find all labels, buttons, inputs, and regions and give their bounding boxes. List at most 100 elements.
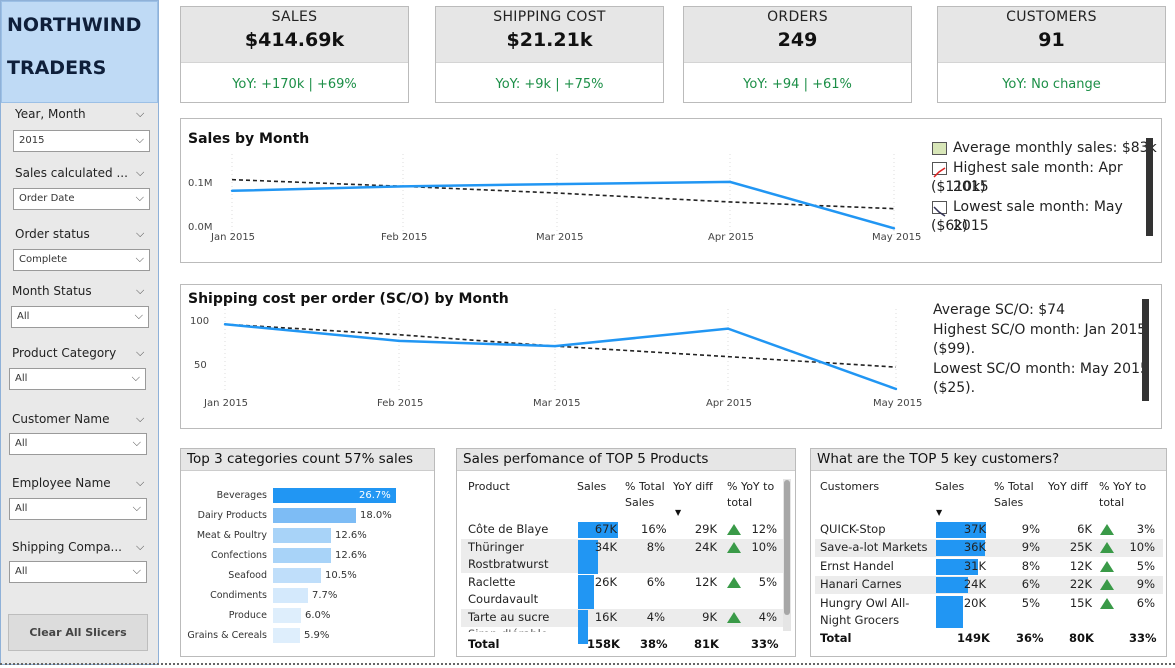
- slicer-dropdown[interactable]: All ⌵: [9, 561, 147, 583]
- category-label: Produce: [228, 610, 267, 621]
- category-bar[interactable]: [273, 568, 321, 583]
- row-yoy-total: 5%: [758, 575, 777, 589]
- row-yoy-diff: 6K: [1077, 522, 1092, 536]
- slicer-label: Month Status: [12, 284, 92, 298]
- row-yoy-diff: 22K: [1069, 577, 1092, 591]
- row-pct-total: 6%: [1021, 577, 1040, 591]
- chevron-down-icon: ⌵: [132, 436, 141, 449]
- series-line: [224, 323, 897, 391]
- row-sales: 37K: [963, 522, 986, 536]
- category-value-label: 5.9%: [304, 630, 330, 641]
- slicer-collapse-chevron-icon[interactable]: ⌵: [136, 540, 144, 554]
- row-yoy-diff: 15K: [1069, 596, 1092, 610]
- total-yoy: 33%: [1129, 631, 1157, 645]
- row-yoy-diff: 12K: [1069, 559, 1092, 573]
- x-tick: Feb 2015: [381, 232, 428, 243]
- sort-desc-icon[interactable]: ▼: [675, 508, 681, 517]
- row-name: Tarte au sucre: [468, 610, 550, 624]
- sort-desc-icon[interactable]: ▼: [936, 508, 942, 517]
- slicer-value: 2015: [19, 135, 45, 146]
- slicer-label: Order status: [15, 227, 90, 241]
- category-bar[interactable]: [273, 628, 300, 643]
- kpi-card-customers: CUSTOMERS 91 YoY: No change: [937, 6, 1166, 103]
- up-triangle-icon: [1100, 524, 1114, 535]
- kpi-yoy: YoY: No change: [1002, 77, 1101, 92]
- col-header-customers[interactable]: Customers: [820, 479, 879, 495]
- slicer-dropdown[interactable]: All ⌵: [9, 433, 147, 455]
- slicer-collapse-chevron-icon[interactable]: ⌵: [136, 166, 144, 180]
- clear-slicers-button[interactable]: Clear All Slicers: [8, 614, 148, 651]
- category-value-label: 7.7%: [312, 590, 338, 601]
- category-label: Dairy Products: [197, 510, 267, 521]
- category-value-label: 10.5%: [325, 570, 357, 581]
- slicer-dropdown[interactable]: All ⌵: [9, 498, 147, 520]
- slicer-value: All: [15, 503, 28, 514]
- row-yoy-diff: 24K: [694, 540, 717, 554]
- row-sales: 24K: [963, 577, 986, 591]
- col-header-pct-total[interactable]: % Total Sales: [625, 479, 665, 511]
- top-categories-panel: Top 3 categories count 57% sales Beverag…: [180, 448, 435, 657]
- kpi-value: $21.21k: [506, 29, 593, 51]
- truncated-row: Sirop d'érable: [468, 626, 548, 632]
- slicer-dropdown[interactable]: All ⌵: [11, 306, 149, 328]
- slicer-collapse-chevron-icon[interactable]: ⌵: [136, 476, 144, 490]
- up-triangle-icon: [727, 524, 741, 535]
- panel-title: What are the TOP 5 key customers?: [811, 449, 1166, 471]
- slicer-label: Sales calculated ...: [15, 166, 128, 180]
- row-yoy-total: 3%: [1136, 522, 1155, 536]
- slicer-dropdown[interactable]: 2015 ⌵: [13, 130, 150, 152]
- slicer-collapse-chevron-icon[interactable]: ⌵: [136, 346, 144, 360]
- category-label: Beverages: [216, 490, 267, 501]
- slicer-collapse-chevron-icon[interactable]: ⌵: [136, 412, 144, 426]
- category-bar[interactable]: [273, 608, 301, 623]
- slicer-value: All: [17, 311, 30, 322]
- row-pct-total: 5%: [1021, 596, 1040, 610]
- col-header-pct-total[interactable]: % Total Sales: [994, 479, 1034, 511]
- kpi-value: $414.69k: [244, 29, 345, 51]
- chevron-down-icon: ⌵: [132, 501, 141, 514]
- slicer-collapse-chevron-icon[interactable]: ⌵: [136, 284, 144, 298]
- slicer-dropdown[interactable]: Order Date ⌵: [13, 188, 150, 210]
- x-tick: Jan 2015: [211, 232, 256, 243]
- row-name: Thüringer Rostbratwurst: [468, 540, 549, 571]
- row-name: Save-a-lot Markets: [820, 540, 928, 554]
- col-header-sales[interactable]: Sales: [935, 479, 964, 495]
- row-yoy-total: 12%: [751, 522, 777, 536]
- kpi-label: CUSTOMERS: [1006, 9, 1097, 25]
- row-name: Hungry Owl All- Night Grocers: [820, 596, 910, 627]
- col-header-yoy-total[interactable]: % YoY to total: [727, 479, 774, 511]
- row-yoy-diff: 9K: [702, 610, 717, 624]
- col-header-yoy-diff[interactable]: YoY diff: [1048, 479, 1088, 495]
- slicer-label: Customer Name: [12, 412, 110, 426]
- scrollbar-thumb[interactable]: [784, 480, 790, 615]
- col-header-product[interactable]: Product: [468, 479, 510, 495]
- brand-line-2: TRADERS: [7, 57, 107, 79]
- col-header-yoy-diff[interactable]: YoY diff: [673, 479, 713, 495]
- col-header-sales[interactable]: Sales: [577, 479, 606, 495]
- average-icon: [932, 142, 947, 155]
- category-bar[interactable]: [273, 588, 308, 603]
- slicer-dropdown[interactable]: All ⌵: [9, 368, 146, 390]
- kpi-yoy: YoY: +94 | +61%: [743, 77, 852, 92]
- category-bar[interactable]: [273, 548, 331, 563]
- slicer-value: All: [15, 566, 28, 577]
- data-point: [230, 189, 234, 192]
- kpi-yoy: YoY: +9k | +75%: [495, 77, 604, 92]
- slicer-collapse-chevron-icon[interactable]: ⌵: [136, 227, 144, 241]
- trend-up-icon: [932, 162, 947, 178]
- row-name: QUICK-Stop: [820, 522, 886, 536]
- row-yoy-total: 5%: [1136, 559, 1155, 573]
- row-name: Ernst Handel: [820, 559, 894, 573]
- col-header-yoy-total[interactable]: % YoY to total: [1099, 479, 1146, 511]
- category-bar[interactable]: [273, 508, 356, 523]
- slicer-value: All: [15, 373, 28, 384]
- total-sales: 158K: [587, 637, 620, 651]
- slicer-dropdown[interactable]: Complete ⌵: [13, 249, 150, 271]
- slicer-collapse-chevron-icon[interactable]: ⌵: [136, 107, 144, 121]
- total-diff: 80K: [1069, 631, 1094, 645]
- data-point: [401, 185, 405, 188]
- category-bar[interactable]: [273, 528, 331, 543]
- row-yoy-total: 9%: [1136, 577, 1155, 591]
- sc-note: Average SC/O: $74: [933, 302, 1065, 318]
- kpi-card-sales: SALES $414.69k YoY: +170k | +69%: [180, 6, 409, 103]
